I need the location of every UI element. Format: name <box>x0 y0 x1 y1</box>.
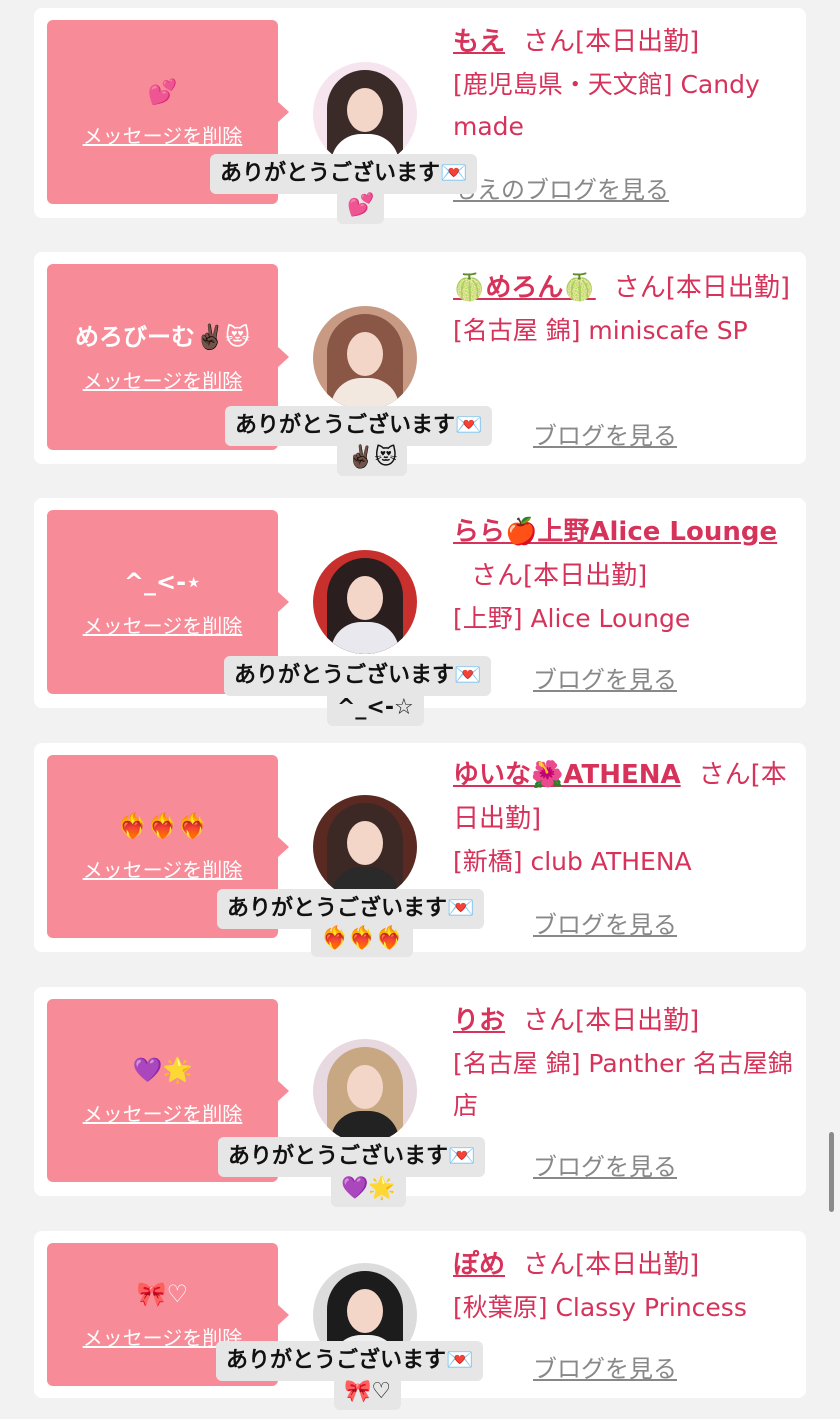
reply-emoji: 💕 <box>337 188 385 224</box>
shop-name: [鹿児島県・天文館] Candy made <box>453 70 760 141</box>
cast-status: さん[本日出勤] <box>523 27 700 57</box>
cast-status: さん[本日出勤] <box>613 273 791 303</box>
blog-link[interactable]: ブログを見る <box>533 416 677 451</box>
blog-link[interactable]: ブログを見る <box>533 1349 677 1384</box>
cast-status: さん[本日出勤] <box>523 1006 700 1036</box>
avatar[interactable] <box>313 62 417 166</box>
cast-info: もえ さん[本日出勤] [鹿児島県・天文館] Candy made <box>453 20 793 148</box>
avatar[interactable] <box>313 550 417 654</box>
message-card: 💜🌟 メッセージを削除 りお さん[本日出勤] [名古屋 錦] Panther 名… <box>34 987 806 1207</box>
cast-info: ゆいな🌺ATHENA さん[本日出勤] [新橋] club ATHENA <box>453 753 793 883</box>
reply-emoji: 🎀♡ <box>334 1374 402 1410</box>
cast-name-link[interactable]: ゆいな🌺ATHENA <box>453 760 681 790</box>
cast-name-link[interactable]: ぽめ <box>453 1250 505 1280</box>
reply-emoji: ❤️‍🔥❤️‍🔥❤️‍🔥 <box>311 921 414 957</box>
avatar[interactable] <box>313 306 417 410</box>
blog-link[interactable]: ブログを見る <box>533 660 677 695</box>
message-text: ❤️‍🔥❤️‍🔥❤️‍🔥 <box>117 812 208 840</box>
shop-name: [上野] Alice Lounge <box>453 604 691 633</box>
reply-emoji: ^_<-☆ <box>327 690 424 726</box>
blog-link[interactable]: ブログを見る <box>533 1147 677 1182</box>
cast-info: ぽめ さん[本日出勤] [秋葉原] Classy Princess <box>453 1243 793 1329</box>
message-text: めろびーむ✌🏿😻 <box>75 322 250 351</box>
cast-info: 🍈めろん🍈 さん[本日出勤] [名古屋 錦] miniscafe SP <box>453 266 793 352</box>
shop-name: [名古屋 錦] miniscafe SP <box>453 316 748 345</box>
cast-status: さん[本日出勤] <box>471 561 648 591</box>
reply-emoji: 💜🌟 <box>331 1171 406 1207</box>
message-card: ❤️‍🔥❤️‍🔥❤️‍🔥 メッセージを削除 ゆいな🌺ATHENA さん[本日出勤]… <box>34 743 806 957</box>
message-text: 💜🌟 <box>132 1056 193 1084</box>
message-card: 🎀♡ メッセージを削除 ぽめ さん[本日出勤] [秋葉原] Classy Prin… <box>34 1231 806 1410</box>
message-card: めろびーむ✌🏿😻 メッセージを削除 🍈めろん🍈 さん[本日出勤] [名古屋 錦] … <box>34 252 806 476</box>
avatar[interactable] <box>313 1039 417 1143</box>
message-text: 🎀♡ <box>136 1280 189 1308</box>
message-text: 💕 <box>147 77 178 106</box>
cast-info: りお さん[本日出勤] [名古屋 錦] Panther 名古屋錦店 <box>453 999 793 1127</box>
shop-name: [秋葉原] Classy Princess <box>453 1293 747 1322</box>
delete-message-link[interactable]: メッセージを削除 <box>83 365 243 394</box>
reply-emoji: ✌🏿😻 <box>337 440 408 476</box>
cast-name-link[interactable]: もえ <box>453 27 505 57</box>
scrollbar[interactable] <box>829 1132 834 1212</box>
avatar[interactable] <box>313 795 417 899</box>
cast-name-link[interactable]: りお <box>453 1006 505 1036</box>
blog-link[interactable]: もえのブログを見る <box>453 170 669 205</box>
delete-message-link[interactable]: メッセージを削除 <box>83 1098 243 1127</box>
message-text: ^_<-⋆ <box>123 567 202 596</box>
message-card: 💕 メッセージを削除 もえ さん[本日出勤] [鹿児島県・天文館] Candy m… <box>34 8 806 224</box>
cast-status: さん[本日出勤] <box>523 1250 700 1280</box>
message-card: ^_<-⋆ メッセージを削除 らら🍎上野Alice Lounge さん[本日出勤]… <box>34 498 806 726</box>
cast-name-link[interactable]: らら🍎上野Alice Lounge <box>453 517 777 547</box>
shop-name: [名古屋 錦] Panther 名古屋錦店 <box>453 1049 793 1120</box>
cast-name-link[interactable]: 🍈めろん🍈 <box>453 273 596 303</box>
delete-message-link[interactable]: メッセージを削除 <box>83 854 243 883</box>
delete-message-link[interactable]: メッセージを削除 <box>83 610 243 639</box>
blog-link[interactable]: ブログを見る <box>533 905 677 940</box>
delete-message-link[interactable]: メッセージを削除 <box>83 120 243 149</box>
cast-info: らら🍎上野Alice Lounge さん[本日出勤] [上野] Alice Lou… <box>453 510 793 640</box>
shop-name: [新橋] club ATHENA <box>453 847 692 876</box>
